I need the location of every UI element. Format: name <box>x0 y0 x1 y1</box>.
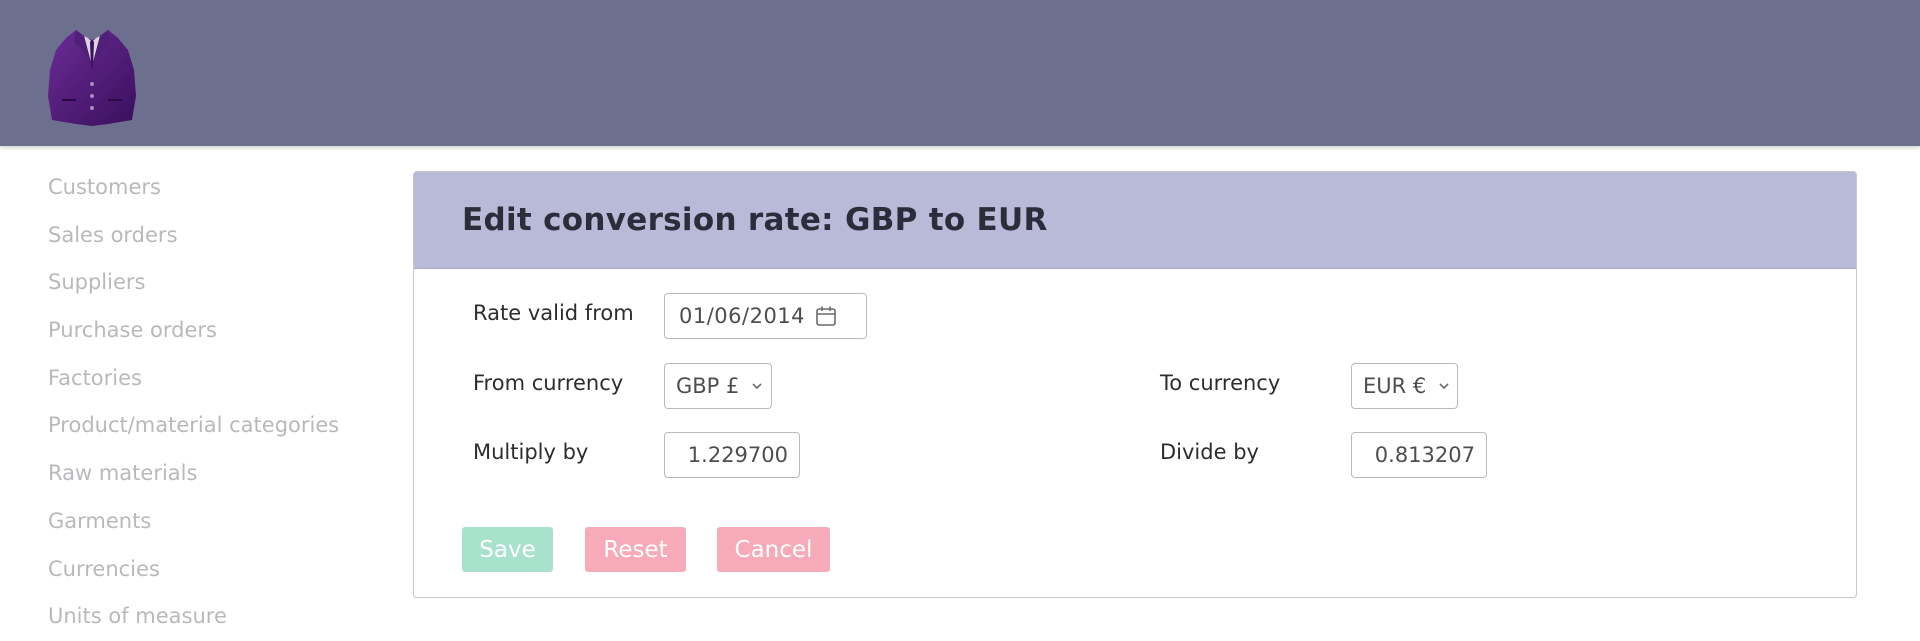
sidebar-nav: Customers Sales orders Suppliers Purchas… <box>48 164 378 641</box>
multiply-by-input[interactable]: 1.229700 <box>664 432 800 478</box>
sidebar-item-currencies[interactable]: Currencies <box>48 546 378 594</box>
panel-header: Edit conversion rate: GBP to EUR <box>414 172 1856 269</box>
from-currency-label: From currency <box>473 371 624 395</box>
top-bar <box>0 0 1920 146</box>
sidebar-item-sales-orders[interactable]: Sales orders <box>48 212 378 260</box>
multiply-by-label: Multiply by <box>473 440 589 464</box>
suit-jacket-icon[interactable] <box>46 26 138 128</box>
rate-valid-from-label: Rate valid from <box>473 301 634 325</box>
sidebar-item-purchase-orders[interactable]: Purchase orders <box>48 307 378 355</box>
divide-by-label: Divide by <box>1160 440 1259 464</box>
divide-by-value: 0.813207 <box>1374 443 1475 467</box>
save-button[interactable]: Save <box>462 527 553 572</box>
sidebar-item-suppliers[interactable]: Suppliers <box>48 259 378 307</box>
sidebar-item-units-of-measure[interactable]: Units of measure <box>48 593 378 641</box>
multiply-by-value: 1.229700 <box>687 443 788 467</box>
from-currency-select[interactable]: GBP £ <box>664 363 772 409</box>
to-currency-select[interactable]: EUR € <box>1351 363 1458 409</box>
chevron-down-icon <box>1439 383 1449 390</box>
sidebar-item-customers[interactable]: Customers <box>48 164 378 212</box>
calendar-icon[interactable] <box>815 305 837 327</box>
to-currency-label: To currency <box>1160 371 1281 395</box>
sidebar-item-raw-materials[interactable]: Raw materials <box>48 450 378 498</box>
cancel-button[interactable]: Cancel <box>717 527 830 572</box>
divide-by-input[interactable]: 0.813207 <box>1351 432 1487 478</box>
rate-valid-from-date-input[interactable]: 01/06/2014 <box>664 293 867 339</box>
from-currency-value: GBP £ <box>676 374 740 398</box>
reset-button[interactable]: Reset <box>585 527 686 572</box>
to-currency-value: EUR € <box>1363 374 1427 398</box>
sidebar-item-garments[interactable]: Garments <box>48 498 378 546</box>
chevron-down-icon <box>752 383 762 390</box>
date-value: 01/06/2014 <box>679 304 806 328</box>
sidebar-item-product-material-categories[interactable]: Product/material categories <box>48 402 378 450</box>
page-title: Edit conversion rate: GBP to EUR <box>462 202 1048 238</box>
sidebar-item-factories[interactable]: Factories <box>48 355 378 403</box>
